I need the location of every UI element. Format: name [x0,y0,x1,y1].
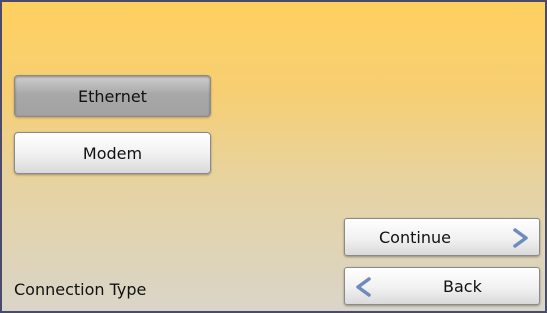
connection-type-label: Connection Type [14,280,147,299]
back-button-label: Back [443,276,482,296]
connection-type-screen: Ethernet Modem Continue Back Connection … [0,0,547,313]
continue-button[interactable]: Continue [344,218,540,256]
modem-button-label: Modem [82,143,143,163]
ethernet-button-label: Ethernet [78,86,147,106]
chevron-right-icon [513,228,528,248]
continue-button-label: Continue [379,227,451,247]
back-button[interactable]: Back [344,267,540,305]
ethernet-button[interactable]: Ethernet [14,75,211,117]
modem-button[interactable]: Modem [14,132,211,174]
chevron-left-icon [356,277,371,297]
